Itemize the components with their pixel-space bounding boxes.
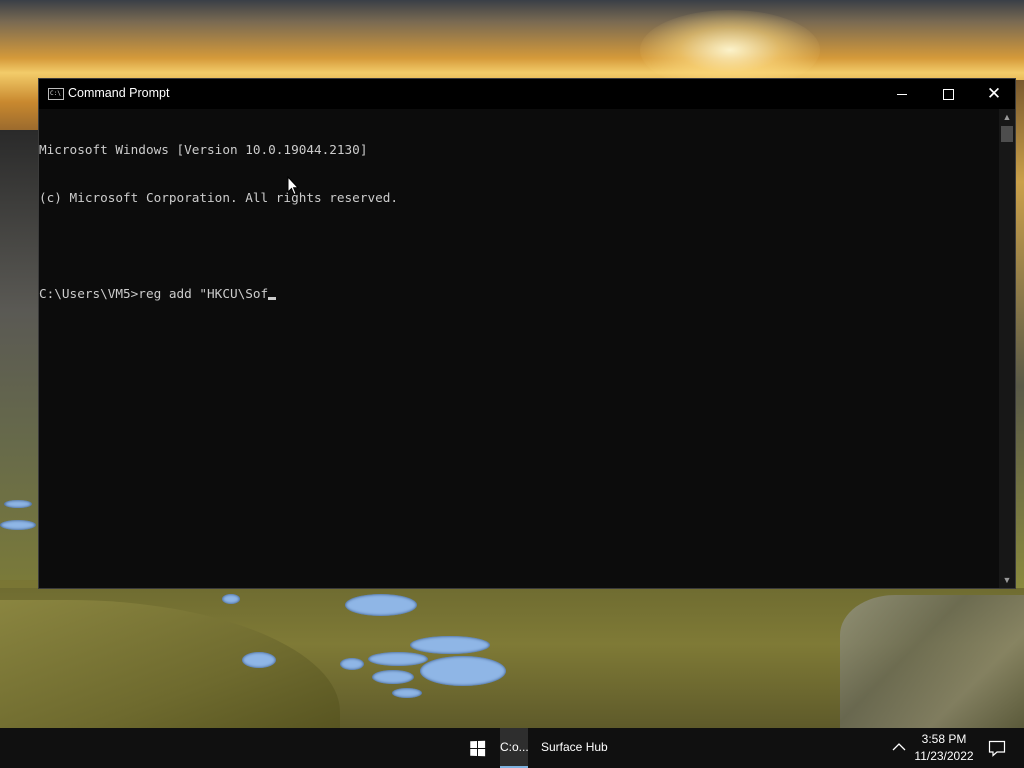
wallpaper-pond [340,658,364,670]
taskbar: C:o... Surface Hub 3:58 PM 11/23/2022 [0,728,1024,768]
clock-time: 3:58 PM [921,732,967,746]
maximize-button[interactable] [925,79,971,109]
title-bar[interactable]: C:\ Command Prompt ✕ [39,79,1015,109]
taskbar-item-label: C:o... [500,740,528,754]
close-icon: ✕ [986,83,1002,104]
wallpaper-pond [222,594,240,604]
command-prompt-window[interactable]: C:\ Command Prompt ✕ Microsoft Windows [… [38,78,1016,589]
wallpaper-pond [0,520,36,530]
wallpaper-pond [242,652,276,668]
wallpaper-right-ridge [1016,80,1024,590]
wallpaper-pond [372,670,414,684]
taskbar-item-label: Surface Hub [541,740,608,754]
wallpaper-pond [345,594,417,616]
text-cursor [268,297,277,300]
scroll-up-arrow-icon[interactable]: ▲ [999,109,1015,125]
clock-date: 11/23/2022 [914,749,974,763]
wallpaper-pond [410,636,490,654]
close-button[interactable]: ✕ [971,79,1017,109]
minimize-icon [897,93,907,95]
system-clock[interactable]: 3:58 PM 11/23/2022 [908,731,980,765]
taskbar-item-surface-hub[interactable]: Surface Hub [530,728,620,768]
minimize-button[interactable] [879,79,925,109]
window-title: Command Prompt [68,86,170,100]
wallpaper-pond [4,500,32,508]
notification-icon [988,740,1006,757]
scroll-down-arrow-icon[interactable]: ▼ [999,572,1015,588]
scrollbar-thumb[interactable] [1001,126,1013,142]
action-center-button[interactable] [980,728,1014,768]
wallpaper-pond [368,652,428,666]
maximize-icon [942,88,954,100]
wallpaper-pond [420,656,506,686]
wallpaper-rocks [840,595,1024,728]
show-hidden-icons-button[interactable] [888,736,910,758]
mouse-pointer-icon [287,176,299,196]
wallpaper-left-ridge [0,130,40,580]
console-input-line[interactable]: C:\Users\VM5>reg add "HKCU\Sof [39,286,999,302]
command-prompt-text[interactable]: C:\Users\VM5>reg add "HKCU\Sof [39,286,268,301]
console-app-icon[interactable]: C:\ [48,88,64,100]
console-line: (c) Microsoft Corporation. All rights re… [39,190,399,205]
start-button[interactable] [456,728,498,768]
console-output[interactable]: Microsoft Windows [Version 10.0.19044.21… [39,110,999,588]
chevron-up-icon [892,743,906,751]
vertical-scrollbar[interactable]: ▲ ▼ [999,109,1015,588]
wallpaper-pond [392,688,422,698]
taskbar-item-command-prompt[interactable]: C:o... [500,728,528,768]
console-line: Microsoft Windows [Version 10.0.19044.21… [39,142,368,157]
windows-logo-icon [469,740,485,756]
